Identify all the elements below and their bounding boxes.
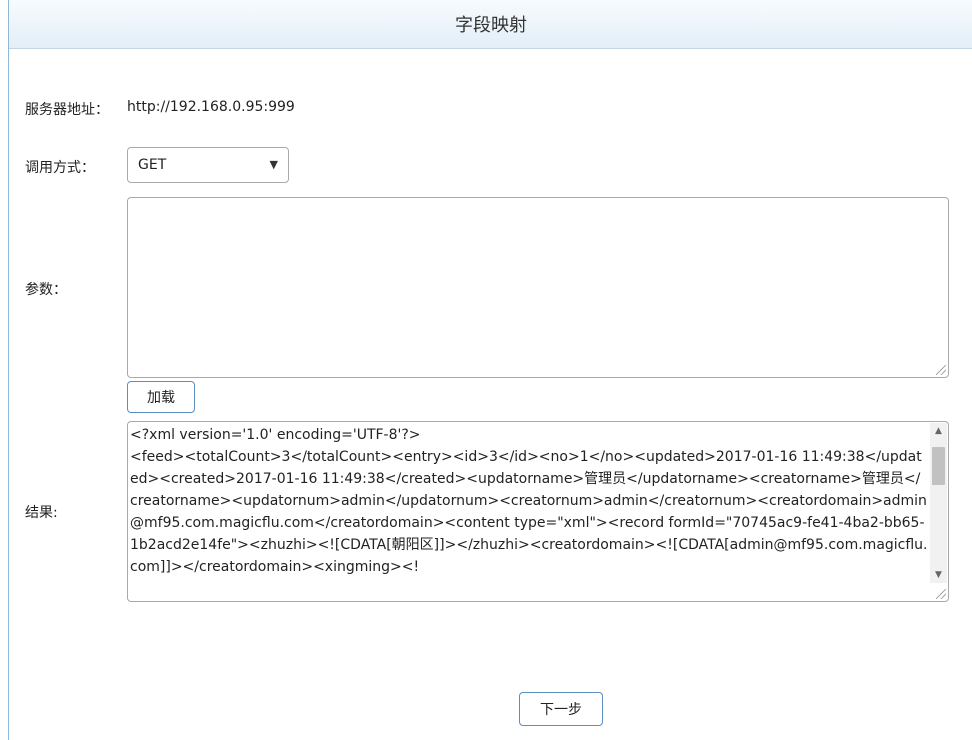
result-text: <?xml version='1.0' encoding='UTF-8'?> <…: [130, 427, 928, 575]
resize-grip-icon[interactable]: [936, 589, 946, 599]
params-label: 参数：: [25, 282, 67, 298]
method-label: 调用方式：: [25, 160, 95, 176]
result-label: 结果:: [25, 505, 58, 521]
resize-grip-icon[interactable]: [936, 365, 946, 375]
scroll-up-icon[interactable]: ▲: [930, 423, 947, 439]
scroll-down-icon[interactable]: ▼: [930, 567, 947, 583]
method-select[interactable]: GET ▼: [127, 147, 289, 183]
dialog-frame: 字段映射 服务器地址： http://192.168.0.95:999 调用方式…: [8, 0, 972, 740]
dialog-title: 字段映射: [9, 0, 972, 49]
server-address-label: 服务器地址：: [25, 102, 109, 118]
params-textarea[interactable]: [127, 197, 949, 378]
next-step-button[interactable]: 下一步: [519, 692, 603, 726]
method-selected-value: GET: [138, 157, 167, 173]
dropdown-arrow-icon: ▼: [269, 158, 278, 171]
load-button[interactable]: 加载: [127, 381, 195, 413]
result-textarea[interactable]: <?xml version='1.0' encoding='UTF-8'?> <…: [127, 421, 949, 602]
server-address-value: http://192.168.0.95:999: [127, 99, 295, 115]
result-scrollbar[interactable]: ▲ ▼: [930, 423, 947, 583]
scroll-thumb[interactable]: [932, 447, 945, 485]
